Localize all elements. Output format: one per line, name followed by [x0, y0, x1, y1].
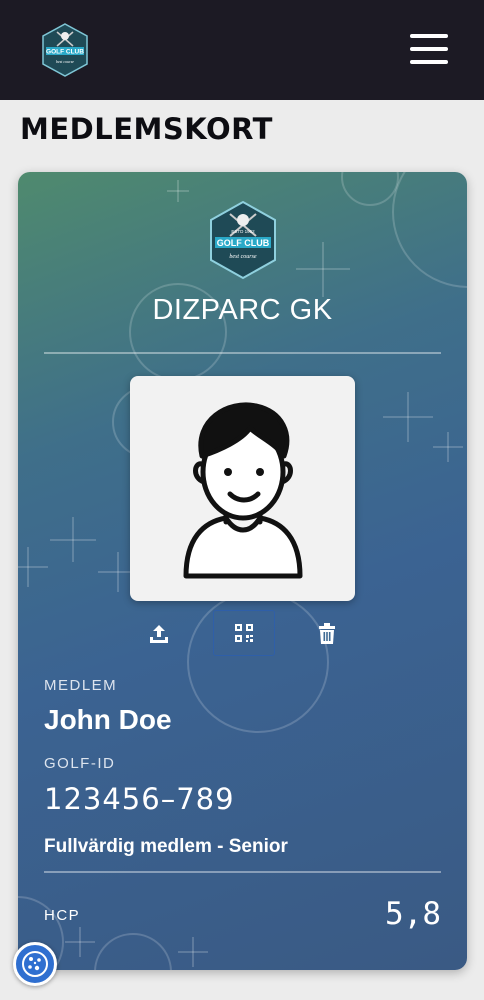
golfid-value: 123456–789: [44, 782, 235, 816]
club-name: DIZPARC GK: [152, 294, 333, 326]
member-photo: [130, 376, 355, 601]
membership-card: ESTD 1962 GOLF CLUB best course DIZPARC …: [18, 172, 467, 970]
divider: [44, 871, 441, 873]
member-name: John Doe: [44, 704, 172, 735]
upload-photo-button[interactable]: [137, 612, 181, 656]
show-qr-button[interactable]: [213, 610, 275, 656]
hcp-value: 5,8: [385, 896, 441, 932]
cookie-settings-button[interactable]: [13, 942, 57, 986]
upload-icon: [150, 625, 168, 643]
hamburger-menu-icon[interactable]: [408, 32, 452, 68]
page-title: MEDLEMSKORT: [20, 112, 273, 146]
golfid-label: GOLF-ID: [44, 755, 116, 772]
cookie-icon: [22, 951, 48, 977]
trash-icon: [319, 623, 335, 644]
logo-text: GOLF CLUB: [46, 49, 84, 56]
membership-type: Fullvärdig medlem - Senior: [44, 836, 288, 857]
logo-subtext: best course: [56, 59, 74, 64]
qr-code-icon: [235, 624, 253, 642]
logo-main-text: GOLF CLUB: [217, 238, 270, 248]
hcp-label: HCP: [44, 907, 81, 924]
club-logo-icon: ESTD 1962 GOLF CLUB best course: [210, 200, 276, 280]
logo-sub-text: best course: [229, 254, 256, 260]
member-label: MEDLEM: [44, 677, 118, 694]
divider: [44, 352, 441, 354]
logo-estd-text: ESTD 1962: [231, 229, 255, 234]
top-bar: GOLF CLUB best course: [0, 0, 484, 100]
user-avatar-icon: [183, 402, 303, 579]
delete-photo-button[interactable]: [305, 612, 349, 656]
golf-club-logo-icon[interactable]: GOLF CLUB best course: [40, 22, 90, 78]
